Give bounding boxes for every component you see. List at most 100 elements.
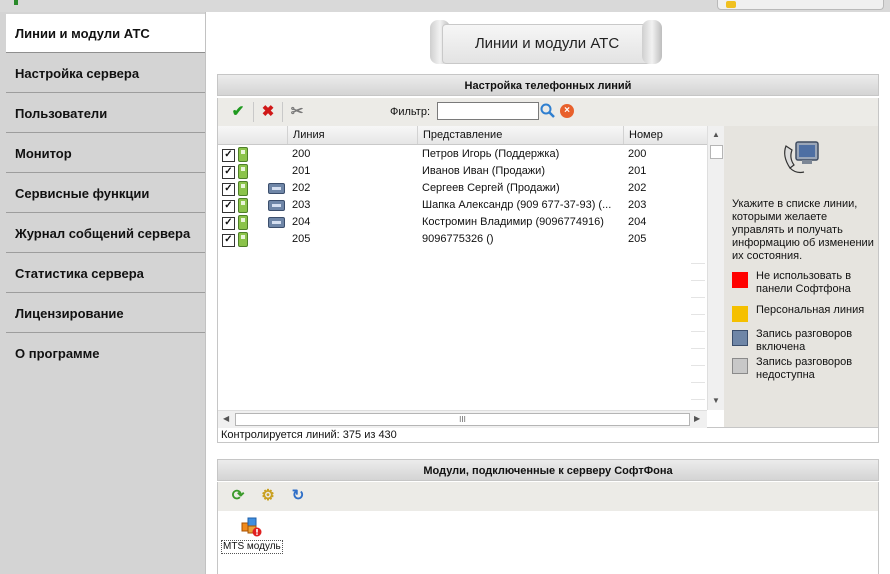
refresh-icon[interactable]: ⟳: [228, 487, 248, 505]
red-swatch-icon: [732, 272, 748, 288]
sidebar-item-server-stats[interactable]: Статистика сервера: [6, 254, 205, 293]
column-header-name[interactable]: Представление: [417, 126, 623, 144]
legend-label: Не использовать в панели Софтфона: [756, 270, 852, 295]
legend-item-not-used: Не использовать в панели Софтфона: [732, 270, 874, 298]
recording-on-icon: [268, 183, 285, 194]
clear-filter-icon[interactable]: ×: [560, 104, 574, 118]
cell-line: 205: [292, 233, 311, 245]
phone-icon: [238, 215, 248, 230]
modules-panel-header: Модули, подключенные к серверу СофтФона: [217, 459, 879, 481]
column-header-line[interactable]: Линия: [287, 126, 417, 144]
cell-number: 202: [628, 182, 647, 194]
phone-monitor-icon: [784, 141, 819, 174]
sidebar-item-lines-modules[interactable]: Линии и модули АТС: [6, 14, 205, 53]
vertical-scroll-thumb[interactable]: [710, 145, 723, 159]
row-checkbox[interactable]: ✓: [222, 149, 235, 162]
cell-line: 201: [292, 165, 311, 177]
sidebar-item-monitor[interactable]: Монитор: [6, 134, 205, 173]
table-row[interactable]: ✓ 202 Сергеев Сергей (Продажи) 202: [218, 180, 707, 197]
phone-icon: [238, 164, 248, 179]
cell-number: 201: [628, 165, 647, 177]
row-checkbox[interactable]: ✓: [222, 217, 235, 230]
table-row[interactable]: ✓ 205 9096775326 () 205: [218, 231, 707, 248]
cell-line: 204: [292, 216, 311, 228]
recording-on-icon: [732, 330, 748, 346]
row-checkbox[interactable]: ✓: [222, 166, 235, 179]
sidebar-item-licensing[interactable]: Лицензирование: [6, 294, 205, 333]
recording-on-icon: [268, 217, 285, 228]
sidebar-item-server-settings[interactable]: Настройка сервера: [6, 54, 205, 93]
horizontal-scroll-thumb[interactable]: III: [235, 413, 690, 426]
cell-line: 203: [292, 199, 311, 211]
lines-panel-header: Настройка телефонных линий: [217, 74, 879, 96]
sidebar-item-server-log[interactable]: Журнал собщений сервера: [6, 214, 205, 253]
cell-name: Иванов Иван (Продажи): [422, 165, 545, 177]
sidebar-item-users[interactable]: Пользователи: [6, 94, 205, 133]
cell-number: 203: [628, 199, 647, 211]
table-row[interactable]: ✓ 203 Шапка Александр (909 677-37-93) (.…: [218, 197, 707, 214]
table-row[interactable]: ✓ 204 Костромин Владимир (9096774916) 20…: [218, 214, 707, 231]
search-icon[interactable]: [540, 103, 555, 118]
filter-label: Фильтр:: [390, 106, 431, 118]
settings-gear-icon[interactable]: ⚙: [258, 487, 278, 505]
filter-input[interactable]: [437, 102, 539, 120]
phone-icon: [238, 147, 248, 162]
tools-icon[interactable]: ✂: [287, 103, 307, 121]
lines-status-text: Контролируется линий: 375 из 430: [217, 428, 879, 443]
phone-icon: [238, 198, 248, 213]
info-panel: Укажите в списке линии, которыми желаете…: [724, 126, 879, 428]
table-row[interactable]: ✓ 201 Иванов Иван (Продажи) 201: [218, 163, 707, 180]
table-header: Линия Представление Номер: [218, 126, 707, 145]
table-row[interactable]: ✓ 200 Петров Игорь (Поддержка) 200: [218, 146, 707, 163]
vertical-scrollbar[interactable]: ▲ ▼: [707, 126, 725, 410]
window-top-bar: [0, 0, 890, 12]
column-header-number[interactable]: Номер: [623, 126, 707, 144]
cell-line: 200: [292, 148, 311, 160]
page-title: Линии и модули АТС: [442, 24, 652, 64]
legend-label: Персональная линия: [756, 304, 865, 316]
horizontal-scrollbar[interactable]: ◀ III ▶: [218, 410, 707, 428]
window-control-area[interactable]: [717, 0, 884, 10]
row-checkbox[interactable]: ✓: [222, 200, 235, 213]
cell-name: Петров Игорь (Поддержка): [422, 148, 560, 160]
accept-icon[interactable]: ✔: [228, 103, 248, 121]
cell-name: Шапка Александр (909 677-37-93) (...: [422, 199, 612, 211]
sidebar-item-service-functions[interactable]: Сервисные функции: [6, 174, 205, 213]
phone-icon: [238, 181, 248, 196]
tray-icon: [726, 1, 736, 8]
scroll-down-icon[interactable]: ▼: [712, 396, 720, 405]
scroll-left-icon[interactable]: ◀: [223, 414, 229, 423]
legend-label: Запись разговоров недоступна: [756, 356, 853, 381]
yellow-swatch-icon: [732, 306, 748, 322]
delete-icon[interactable]: ✖: [258, 103, 278, 121]
info-text: Укажите в списке линии, которыми желаете…: [732, 198, 874, 262]
legend-label: Запись разговоров включена: [756, 328, 853, 353]
page-title-banner: Линии и модули АТС: [430, 16, 662, 68]
sidebar-item-about[interactable]: О программе: [6, 334, 205, 373]
cell-number: 204: [628, 216, 647, 228]
scroll-right-icon[interactable]: ▶: [694, 414, 700, 423]
module-icon[interactable]: [240, 515, 262, 537]
cell-name: 9096775326 (): [422, 233, 494, 245]
sidebar: Линии и модули АТС Настройка сервера Пол…: [0, 12, 206, 574]
modules-area: MTS модуль: [217, 511, 879, 574]
module-label[interactable]: MTS модуль: [221, 540, 283, 554]
cell-name: Сергеев Сергей (Продажи): [422, 182, 560, 194]
legend-item-recording-on: Запись разговоров включена: [732, 328, 874, 356]
lines-table: Линия Представление Номер ✓ 200 Петров И…: [217, 126, 725, 428]
cell-name: Костромин Владимир (9096774916): [422, 216, 604, 228]
legend-item-recording-off: Запись разговоров недоступна: [732, 356, 874, 384]
reload-icon[interactable]: ↻: [288, 487, 308, 505]
cell-number: 200: [628, 148, 647, 160]
modules-toolbar: ⟳ ⚙ ↻: [217, 482, 879, 511]
row-checkbox[interactable]: ✓: [222, 183, 235, 196]
scroll-up-icon[interactable]: ▲: [712, 130, 720, 139]
phone-icon: [238, 232, 248, 247]
cell-number: 205: [628, 233, 647, 245]
recording-on-icon: [268, 200, 285, 211]
recording-off-icon: [732, 358, 748, 374]
cell-line: 202: [292, 182, 311, 194]
lines-toolbar: ✔ ✖ ✂ Фильтр: ×: [217, 98, 879, 126]
app-logo-icon: [14, 0, 18, 5]
row-checkbox[interactable]: ✓: [222, 234, 235, 247]
